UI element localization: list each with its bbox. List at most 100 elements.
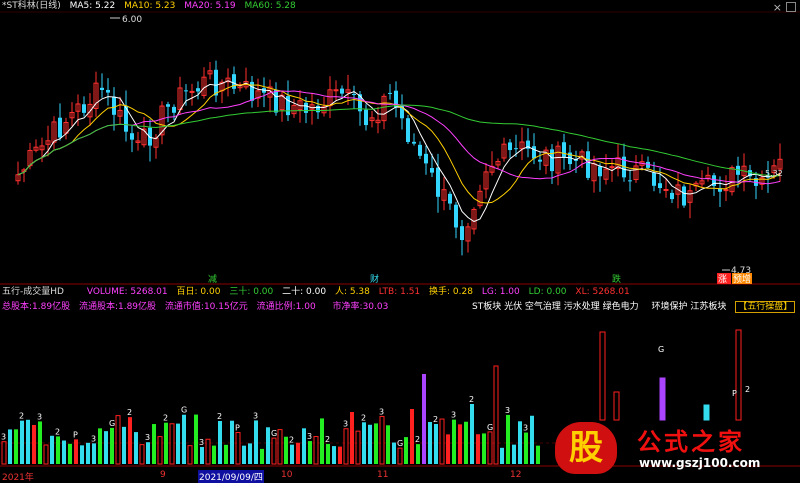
volume-mark-label: P	[73, 430, 78, 439]
xl-value: XL: 5268.01	[575, 287, 630, 297]
volume-bar	[212, 445, 216, 464]
date-11: 11	[377, 470, 389, 480]
price-legend: *ST科林(日线) MA5: 5.22 MA10: 5.23 MA20: 5.1…	[2, 0, 302, 12]
volume-legend: 五行-成交量HD VOLUME: 5268.01 百日: 0.00 三十: 0.…	[2, 286, 636, 298]
close-icon[interactable]: ×	[773, 1, 782, 14]
ltb-value: LTB: 1.51	[378, 287, 421, 297]
candle-body	[106, 89, 110, 93]
volume-mark-label: P	[235, 424, 240, 433]
ld-value: LD: 0.00	[528, 287, 567, 297]
watermark-title: 公式之家	[637, 428, 745, 456]
volume-bar	[139, 444, 145, 465]
volume-bar	[200, 446, 204, 464]
volume-bar	[308, 441, 312, 464]
volume-value: VOLUME: 5268.01	[86, 287, 168, 297]
liutongguben: 流通股本:1.89亿股	[78, 302, 157, 312]
volume-bar	[536, 445, 540, 464]
volume-mark-label: G	[181, 406, 187, 415]
lg-value: LG: 1.00	[481, 287, 520, 297]
volume-bar	[187, 445, 193, 465]
volume-bar	[362, 422, 366, 464]
volume-bar	[134, 432, 138, 464]
volume-bar	[350, 412, 354, 464]
volume-bar	[404, 437, 408, 464]
volume-bar	[338, 446, 342, 464]
volume-bar	[476, 434, 480, 464]
candle-body	[460, 226, 464, 241]
volume-mark-label: P	[732, 389, 737, 398]
sector-tags: ST板块 光伏 空气治理 污水处理 绿色电力 环境保护 江苏板块 【五行操盘】	[472, 301, 800, 313]
volume-mark-label: 3	[451, 411, 456, 420]
volume-bar	[659, 377, 666, 421]
candle-body	[388, 92, 392, 94]
volume-bar	[182, 414, 186, 464]
volume-bar	[500, 447, 504, 464]
candle-body	[454, 204, 458, 228]
volume-bar	[62, 440, 66, 464]
volume-bar	[613, 391, 620, 421]
volume-bar	[194, 414, 198, 464]
volume-mark-label: G	[487, 423, 493, 432]
candle-body	[340, 88, 344, 94]
gszj-watermark: 股 公式之家 www.gszj100.com	[555, 422, 785, 474]
volume-bar	[152, 424, 156, 464]
candle-body	[364, 109, 368, 126]
candle-body	[598, 166, 602, 177]
candle-body	[100, 87, 104, 90]
chart-canvas[interactable]: 6.004.735.32减财跌涨预增32 32 P 3G232G32P3G2 3 2323…	[0, 0, 800, 480]
volume-mark-label: 2	[163, 414, 168, 423]
candle-body	[130, 133, 134, 140]
volume-mark-label: 3	[505, 406, 510, 415]
volume-bar	[386, 425, 390, 464]
candle-body	[652, 172, 656, 186]
volume-mark-label: 2	[127, 408, 132, 417]
candle-body	[58, 117, 62, 138]
volume-bar	[43, 444, 49, 465]
volume-bar	[115, 415, 121, 465]
volume-mark-label: 3	[1, 433, 6, 442]
volume-mark-label: 2	[55, 427, 60, 436]
volume-title: 五行-成交量HD	[2, 287, 64, 297]
volume-bar	[104, 431, 108, 464]
volume-mark-label: 3	[145, 433, 150, 442]
volume-mark-label: 3	[199, 438, 204, 447]
volume-bar	[530, 415, 534, 464]
volume-bar	[379, 415, 385, 465]
liutongbili: 流通比例:1.00	[256, 302, 316, 312]
volume-bar	[128, 417, 132, 464]
candle-body	[723, 189, 729, 192]
candle-body	[406, 118, 410, 142]
candle-body	[562, 142, 566, 157]
volume-bar	[482, 433, 486, 464]
watermark-url: www.gszj100.com	[639, 456, 761, 470]
volume-mark-label: G	[658, 345, 664, 354]
marker-yuzhang: 预增	[733, 273, 751, 285]
volume-bar	[439, 418, 445, 465]
candle-body	[274, 90, 278, 113]
candle-body	[82, 104, 86, 113]
volume-bar	[290, 444, 294, 464]
volume-bar	[260, 448, 264, 464]
wuxing-button[interactable]: 【五行操盘】	[735, 301, 796, 313]
volume-bar	[332, 446, 336, 464]
volume-bar	[20, 420, 24, 464]
volume-mark-label: 3	[37, 412, 42, 421]
marker-jian: 减	[208, 273, 217, 285]
volume-bar	[599, 331, 606, 421]
candle-body	[196, 88, 200, 92]
candle-body	[682, 186, 686, 206]
sanshi-value: 三十: 0.00	[229, 287, 274, 297]
ma60-label: MA60: 5.28	[244, 1, 296, 11]
volume-bar	[428, 421, 432, 464]
candle-body	[609, 166, 615, 169]
candle-body	[172, 106, 176, 113]
volume-bar	[493, 365, 499, 465]
volume-bar	[8, 429, 12, 464]
volume-bar	[218, 421, 222, 464]
volume-bar	[266, 427, 270, 464]
volume-mark-label: 2	[361, 413, 366, 422]
volume-bar	[487, 431, 493, 465]
ma5-label: MA5: 5.22	[69, 1, 116, 11]
panel-fold-icon[interactable]	[786, 2, 796, 12]
volume-mark-label: 2	[325, 435, 330, 444]
